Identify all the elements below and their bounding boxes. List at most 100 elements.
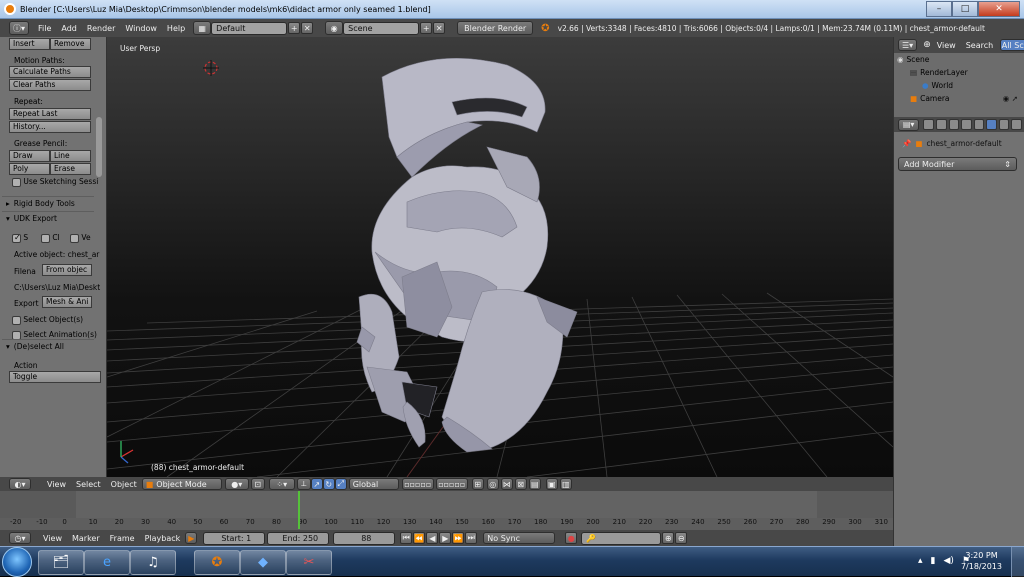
orientation-dropdown[interactable]: Global bbox=[348, 478, 399, 490]
menu-window[interactable]: Window bbox=[125, 24, 157, 33]
visibility-eye-icon[interactable]: ◉ ➚ bbox=[1003, 94, 1018, 103]
render-icon[interactable]: ▣ bbox=[545, 478, 558, 490]
grease-draw-button[interactable]: Draw bbox=[9, 150, 50, 162]
pin-icon[interactable]: 📌 bbox=[902, 139, 911, 148]
snap-icon[interactable]: ⋈ bbox=[500, 478, 513, 490]
menu-object[interactable]: Object bbox=[111, 480, 137, 489]
viewport-shading-dropdown[interactable]: ●▾ bbox=[224, 478, 249, 490]
show-desktop-button[interactable] bbox=[1011, 547, 1024, 577]
editor-type-icon[interactable]: ◐▾ bbox=[9, 478, 31, 490]
material-tab-icon[interactable] bbox=[1011, 119, 1022, 130]
timeline-menu-frame[interactable]: Frame bbox=[110, 534, 135, 543]
rigid-body-panel-header[interactable]: ▸ Rigid Body Tools bbox=[2, 196, 94, 210]
properties-editor-icon[interactable]: ▤▾ bbox=[898, 118, 920, 131]
use-sketching-checkbox[interactable] bbox=[12, 177, 21, 187]
menu-view[interactable]: View bbox=[47, 480, 66, 489]
timeline-menu-view[interactable]: View bbox=[43, 534, 62, 543]
render-anim-icon[interactable]: ▥ bbox=[559, 478, 572, 490]
collapse-menu-icon[interactable]: ⊕ bbox=[923, 40, 931, 50]
scale-icon[interactable]: ⤢ bbox=[334, 478, 347, 490]
network-icon[interactable]: ▮ bbox=[931, 556, 936, 566]
timeline-menu-marker[interactable]: Marker bbox=[72, 534, 100, 543]
remove-layout-icon[interactable]: ✕ bbox=[301, 22, 314, 34]
export-type-dropdown[interactable]: Mesh & Ani bbox=[42, 296, 92, 308]
snap-target-icon[interactable]: ▤ bbox=[528, 478, 541, 490]
remove-scene-icon[interactable]: ✕ bbox=[433, 22, 446, 34]
record-icon[interactable]: ● bbox=[565, 532, 578, 544]
tray-arrow-icon[interactable]: ▴ bbox=[918, 556, 923, 566]
windows-explorer-icon[interactable]: 🗂 bbox=[38, 550, 84, 575]
close-button[interactable]: ✕ bbox=[978, 1, 1020, 17]
grease-erase-button[interactable]: Erase bbox=[50, 163, 91, 175]
outliner-row-renderlayer[interactable]: ▤ RenderLayer bbox=[894, 66, 1024, 79]
lock-camera-icon[interactable]: ⊞ bbox=[471, 478, 484, 490]
use-sketching-row[interactable]: Use Sketching Sessi bbox=[12, 177, 98, 187]
editor-type-icon[interactable]: ⓘ▾ bbox=[9, 21, 29, 35]
3d-cursor-icon[interactable] bbox=[203, 60, 219, 76]
scene-field[interactable]: Scene bbox=[343, 21, 420, 35]
grease-poly-button[interactable]: Poly bbox=[9, 163, 50, 175]
minimize-button[interactable]: – bbox=[926, 1, 952, 17]
clear-paths-button[interactable]: Clear Paths bbox=[9, 79, 91, 91]
data-tab-icon[interactable] bbox=[998, 119, 1010, 130]
constraints-tab-icon[interactable] bbox=[973, 119, 985, 130]
itunes-icon[interactable]: ♫ bbox=[130, 550, 176, 575]
proportional-edit-icon[interactable]: ◎ bbox=[486, 478, 499, 490]
outliner-filter-dropdown[interactable]: All Sce bbox=[1000, 39, 1024, 51]
udk-check-c[interactable]: Cl bbox=[41, 233, 60, 243]
udk-check-v[interactable]: Ve bbox=[70, 233, 91, 243]
deselect-all-row[interactable]: ▾ (De)select All bbox=[2, 339, 94, 353]
history-button[interactable]: History... bbox=[9, 121, 91, 133]
3d-viewport[interactable]: User Persp (88) chest_armor-default bbox=[107, 37, 893, 477]
current-frame-marker[interactable] bbox=[297, 491, 300, 529]
outliner-row-camera[interactable]: ■ Camera ◉ ➚ bbox=[894, 92, 1024, 105]
menu-render[interactable]: Render bbox=[87, 24, 115, 33]
outliner-view-menu[interactable]: View bbox=[937, 41, 956, 50]
outliner-row-scene[interactable]: ◉ Scene bbox=[894, 53, 1024, 66]
manipulator-toggle-icon[interactable]: ⟂ bbox=[296, 478, 311, 490]
frame-ruler[interactable]: -20 -10 0 10 20 30 40 50 60 70 80 90 100 110 120 130 140… bbox=[7, 518, 888, 529]
udk-check-s[interactable]: S bbox=[12, 233, 28, 243]
jump-start-icon[interactable]: ⏮ bbox=[400, 532, 413, 544]
preview-range-icon[interactable]: ▶ bbox=[185, 532, 198, 544]
insert-keyframe-button[interactable]: Insert bbox=[9, 38, 50, 50]
clock[interactable]: 3:20 PM 7/18/2013 bbox=[961, 550, 1002, 572]
chest-armor-mesh[interactable] bbox=[356, 58, 578, 453]
end-frame-field[interactable]: End: 250 bbox=[267, 531, 330, 545]
filename-dropdown[interactable]: From objec bbox=[42, 264, 92, 276]
menu-help[interactable]: Help bbox=[167, 24, 185, 33]
calculate-paths-button[interactable]: Calculate Paths bbox=[9, 66, 91, 78]
blender-icon[interactable]: ✪ bbox=[194, 550, 240, 575]
menu-file[interactable]: File bbox=[38, 24, 51, 33]
windows-media-icon[interactable]: ◆ bbox=[240, 550, 286, 575]
start-frame-field[interactable]: Start: 1 bbox=[203, 531, 266, 545]
pivot-point-icon[interactable]: ⊡ bbox=[250, 478, 265, 490]
sync-mode-dropdown[interactable]: No Sync bbox=[483, 532, 556, 544]
translate-icon[interactable]: ↗ bbox=[310, 478, 323, 490]
timeline-area[interactable]: -20 -10 0 10 20 30 40 50 60 70 80 90 100 110 120 130 140… bbox=[0, 491, 893, 530]
prev-keyframe-icon[interactable]: ⏪ bbox=[413, 532, 426, 544]
grease-line-button[interactable]: Line bbox=[50, 150, 91, 162]
select-objects-row[interactable]: Select Object(s) bbox=[12, 315, 83, 325]
delete-keyframe-icon[interactable]: ⊖ bbox=[675, 532, 688, 544]
timeline-track[interactable] bbox=[0, 491, 893, 518]
next-keyframe-icon[interactable]: ⏩ bbox=[452, 532, 465, 544]
menu-select[interactable]: Select bbox=[76, 480, 101, 489]
play-reverse-icon[interactable]: ◀ bbox=[426, 532, 439, 544]
pivot-center-dropdown[interactable]: ⁘▾ bbox=[268, 478, 295, 490]
rotate-icon[interactable]: ↻ bbox=[322, 478, 335, 490]
window-title-bar[interactable]: Blender [C:\Users\Luz Mia\Desktop\Crimms… bbox=[0, 0, 1024, 19]
add-scene-icon[interactable]: + bbox=[420, 22, 433, 34]
snipping-tool-icon[interactable]: ✂ bbox=[286, 550, 332, 575]
outliner-search-menu[interactable]: Search bbox=[966, 41, 993, 50]
timeline-menu-playback[interactable]: Playback bbox=[145, 534, 181, 543]
render-tab-icon[interactable] bbox=[923, 119, 934, 130]
add-layout-icon[interactable]: + bbox=[288, 22, 301, 34]
screen-layout-field[interactable]: Default bbox=[211, 21, 288, 35]
repeat-last-button[interactable]: Repeat Last bbox=[9, 108, 91, 120]
snap-element-icon[interactable]: ⊠ bbox=[514, 478, 527, 490]
outliner-row-world[interactable]: ● World bbox=[894, 79, 1024, 92]
internet-explorer-icon[interactable]: e bbox=[84, 550, 130, 575]
jump-end-icon[interactable]: ⏭ bbox=[465, 532, 478, 544]
modifier-tab-icon[interactable] bbox=[986, 119, 997, 130]
